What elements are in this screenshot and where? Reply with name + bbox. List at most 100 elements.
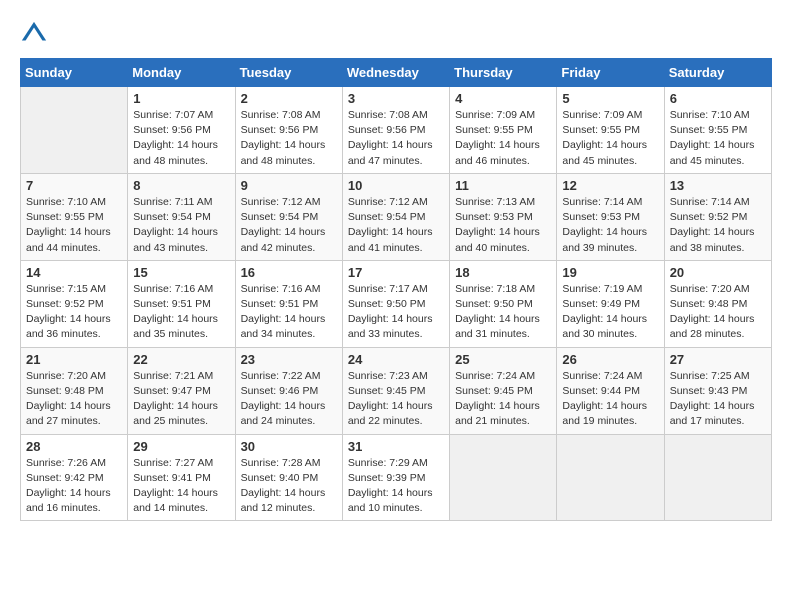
day-cell: 18 Sunrise: 7:18 AM Sunset: 9:50 PM Dayli…	[450, 260, 557, 347]
day-number: 16	[241, 265, 337, 280]
header-cell-friday: Friday	[557, 59, 664, 87]
day-info: Sunrise: 7:27 AM Sunset: 9:41 PM Dayligh…	[133, 456, 229, 517]
day-info: Sunrise: 7:23 AM Sunset: 9:45 PM Dayligh…	[348, 369, 444, 430]
day-info: Sunrise: 7:09 AM Sunset: 9:55 PM Dayligh…	[562, 108, 658, 169]
day-number: 8	[133, 178, 229, 193]
day-number: 6	[670, 91, 766, 106]
day-number: 20	[670, 265, 766, 280]
day-info: Sunrise: 7:14 AM Sunset: 9:53 PM Dayligh…	[562, 195, 658, 256]
logo	[20, 20, 52, 48]
day-info: Sunrise: 7:24 AM Sunset: 9:45 PM Dayligh…	[455, 369, 551, 430]
day-cell: 17 Sunrise: 7:17 AM Sunset: 9:50 PM Dayli…	[342, 260, 449, 347]
day-number: 21	[26, 352, 122, 367]
day-info: Sunrise: 7:12 AM Sunset: 9:54 PM Dayligh…	[348, 195, 444, 256]
day-cell: 1Sunrise: 7:07 AM Sunset: 9:56 PM Daylig…	[128, 87, 235, 174]
header-row: SundayMondayTuesdayWednesdayThursdayFrid…	[21, 59, 772, 87]
day-cell: 16 Sunrise: 7:16 AM Sunset: 9:51 PM Dayli…	[235, 260, 342, 347]
day-cell: 30 Sunrise: 7:28 AM Sunset: 9:40 PM Dayli…	[235, 434, 342, 521]
day-number: 15	[133, 265, 229, 280]
day-number: 19	[562, 265, 658, 280]
day-cell: 28Sunrise: 7:26 AM Sunset: 9:42 PM Dayli…	[21, 434, 128, 521]
day-cell: 13 Sunrise: 7:14 AM Sunset: 9:52 PM Dayli…	[664, 173, 771, 260]
day-info: Sunrise: 7:10 AM Sunset: 9:55 PM Dayligh…	[26, 195, 122, 256]
day-info: Sunrise: 7:20 AM Sunset: 9:48 PM Dayligh…	[670, 282, 766, 343]
header-cell-saturday: Saturday	[664, 59, 771, 87]
day-info: Sunrise: 7:18 AM Sunset: 9:50 PM Dayligh…	[455, 282, 551, 343]
day-cell: 11Sunrise: 7:13 AM Sunset: 9:53 PM Dayli…	[450, 173, 557, 260]
day-number: 23	[241, 352, 337, 367]
day-cell: 4Sunrise: 7:09 AM Sunset: 9:55 PM Daylig…	[450, 87, 557, 174]
day-number: 29	[133, 439, 229, 454]
day-cell: 15 Sunrise: 7:16 AM Sunset: 9:51 PM Dayli…	[128, 260, 235, 347]
day-info: Sunrise: 7:16 AM Sunset: 9:51 PM Dayligh…	[241, 282, 337, 343]
week-row-2: 7 Sunrise: 7:10 AM Sunset: 9:55 PM Daylig…	[21, 173, 772, 260]
day-cell: 7 Sunrise: 7:10 AM Sunset: 9:55 PM Daylig…	[21, 173, 128, 260]
day-info: Sunrise: 7:07 AM Sunset: 9:56 PM Dayligh…	[133, 108, 229, 169]
week-row-1: 1Sunrise: 7:07 AM Sunset: 9:56 PM Daylig…	[21, 87, 772, 174]
day-info: Sunrise: 7:15 AM Sunset: 9:52 PM Dayligh…	[26, 282, 122, 343]
week-row-3: 14Sunrise: 7:15 AM Sunset: 9:52 PM Dayli…	[21, 260, 772, 347]
day-number: 25	[455, 352, 551, 367]
day-info: Sunrise: 7:20 AM Sunset: 9:48 PM Dayligh…	[26, 369, 122, 430]
day-info: Sunrise: 7:08 AM Sunset: 9:56 PM Dayligh…	[348, 108, 444, 169]
header-cell-wednesday: Wednesday	[342, 59, 449, 87]
day-info: Sunrise: 7:28 AM Sunset: 9:40 PM Dayligh…	[241, 456, 337, 517]
day-info: Sunrise: 7:12 AM Sunset: 9:54 PM Dayligh…	[241, 195, 337, 256]
day-cell: 26Sunrise: 7:24 AM Sunset: 9:44 PM Dayli…	[557, 347, 664, 434]
day-info: Sunrise: 7:09 AM Sunset: 9:55 PM Dayligh…	[455, 108, 551, 169]
day-info: Sunrise: 7:16 AM Sunset: 9:51 PM Dayligh…	[133, 282, 229, 343]
day-cell: 12Sunrise: 7:14 AM Sunset: 9:53 PM Dayli…	[557, 173, 664, 260]
page-header	[20, 20, 772, 48]
day-info: Sunrise: 7:17 AM Sunset: 9:50 PM Dayligh…	[348, 282, 444, 343]
day-info: Sunrise: 7:14 AM Sunset: 9:52 PM Dayligh…	[670, 195, 766, 256]
day-cell	[664, 434, 771, 521]
day-number: 27	[670, 352, 766, 367]
day-cell: 21 Sunrise: 7:20 AM Sunset: 9:48 PM Dayli…	[21, 347, 128, 434]
day-number: 30	[241, 439, 337, 454]
day-cell: 27 Sunrise: 7:25 AM Sunset: 9:43 PM Dayli…	[664, 347, 771, 434]
week-row-5: 28Sunrise: 7:26 AM Sunset: 9:42 PM Dayli…	[21, 434, 772, 521]
day-info: Sunrise: 7:19 AM Sunset: 9:49 PM Dayligh…	[562, 282, 658, 343]
day-cell: 8 Sunrise: 7:11 AM Sunset: 9:54 PM Daylig…	[128, 173, 235, 260]
day-cell	[450, 434, 557, 521]
day-cell	[21, 87, 128, 174]
day-number: 17	[348, 265, 444, 280]
day-cell: 24 Sunrise: 7:23 AM Sunset: 9:45 PM Dayli…	[342, 347, 449, 434]
day-cell	[557, 434, 664, 521]
day-cell: 6 Sunrise: 7:10 AM Sunset: 9:55 PM Daylig…	[664, 87, 771, 174]
day-number: 13	[670, 178, 766, 193]
day-cell: 9 Sunrise: 7:12 AM Sunset: 9:54 PM Daylig…	[235, 173, 342, 260]
day-number: 7	[26, 178, 122, 193]
day-number: 9	[241, 178, 337, 193]
day-number: 10	[348, 178, 444, 193]
day-info: Sunrise: 7:10 AM Sunset: 9:55 PM Dayligh…	[670, 108, 766, 169]
day-cell: 20 Sunrise: 7:20 AM Sunset: 9:48 PM Dayli…	[664, 260, 771, 347]
day-info: Sunrise: 7:08 AM Sunset: 9:56 PM Dayligh…	[241, 108, 337, 169]
day-number: 24	[348, 352, 444, 367]
day-cell: 22Sunrise: 7:21 AM Sunset: 9:47 PM Dayli…	[128, 347, 235, 434]
day-info: Sunrise: 7:29 AM Sunset: 9:39 PM Dayligh…	[348, 456, 444, 517]
day-cell: 25 Sunrise: 7:24 AM Sunset: 9:45 PM Dayli…	[450, 347, 557, 434]
week-row-4: 21 Sunrise: 7:20 AM Sunset: 9:48 PM Dayli…	[21, 347, 772, 434]
day-number: 2	[241, 91, 337, 106]
day-cell: 2 Sunrise: 7:08 AM Sunset: 9:56 PM Daylig…	[235, 87, 342, 174]
calendar-table: SundayMondayTuesdayWednesdayThursdayFrid…	[20, 58, 772, 521]
day-info: Sunrise: 7:24 AM Sunset: 9:44 PM Dayligh…	[562, 369, 658, 430]
day-number: 3	[348, 91, 444, 106]
day-number: 5	[562, 91, 658, 106]
header-cell-sunday: Sunday	[21, 59, 128, 87]
header-cell-tuesday: Tuesday	[235, 59, 342, 87]
day-number: 22	[133, 352, 229, 367]
day-cell: 5 Sunrise: 7:09 AM Sunset: 9:55 PM Daylig…	[557, 87, 664, 174]
day-cell: 23Sunrise: 7:22 AM Sunset: 9:46 PM Dayli…	[235, 347, 342, 434]
header-cell-monday: Monday	[128, 59, 235, 87]
day-cell: 31Sunrise: 7:29 AM Sunset: 9:39 PM Dayli…	[342, 434, 449, 521]
header-cell-thursday: Thursday	[450, 59, 557, 87]
day-cell: 19 Sunrise: 7:19 AM Sunset: 9:49 PM Dayli…	[557, 260, 664, 347]
day-cell: 14Sunrise: 7:15 AM Sunset: 9:52 PM Dayli…	[21, 260, 128, 347]
day-info: Sunrise: 7:25 AM Sunset: 9:43 PM Dayligh…	[670, 369, 766, 430]
day-info: Sunrise: 7:11 AM Sunset: 9:54 PM Dayligh…	[133, 195, 229, 256]
day-number: 11	[455, 178, 551, 193]
day-number: 28	[26, 439, 122, 454]
day-number: 18	[455, 265, 551, 280]
